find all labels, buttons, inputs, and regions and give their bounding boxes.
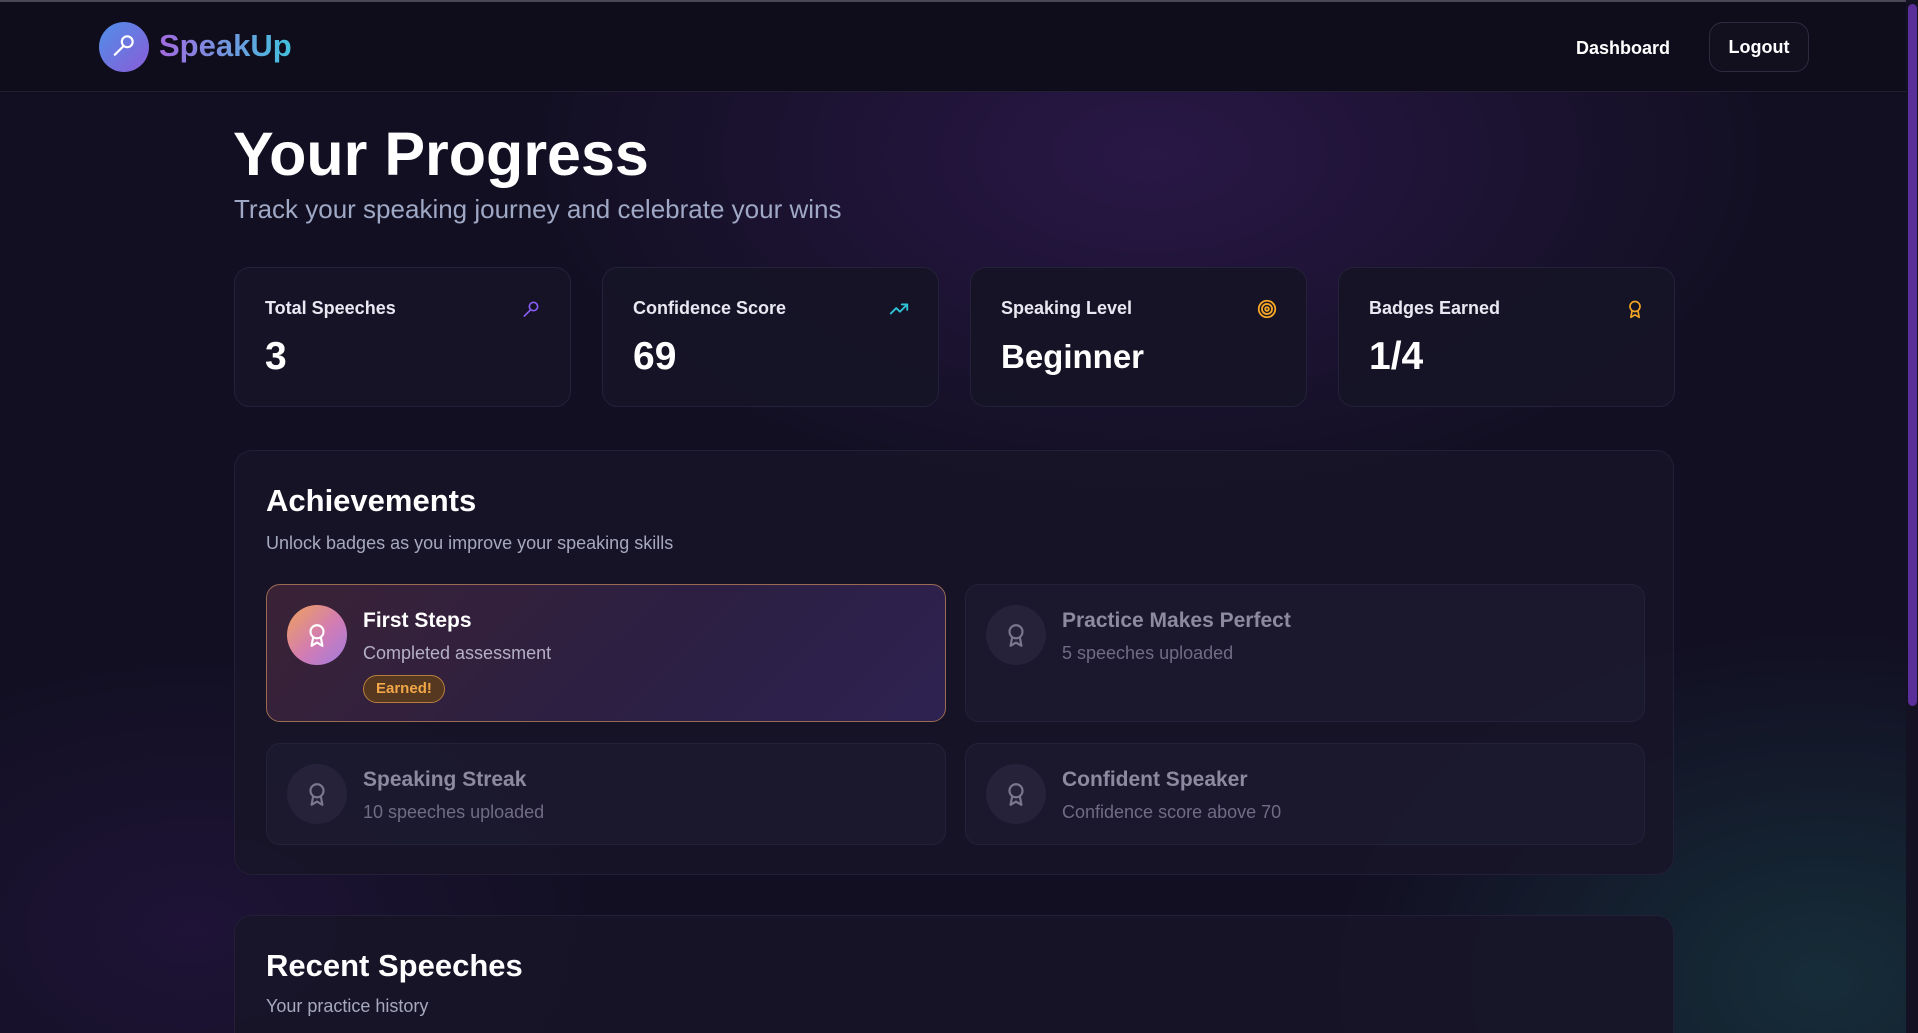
stat-card-speaking-level: Speaking Level Beginner — [970, 267, 1307, 407]
badge-practice-makes-perfect[interactable]: Practice Makes Perfect 5 speeches upload… — [965, 584, 1645, 722]
microphone-icon — [111, 32, 137, 63]
award-icon — [986, 764, 1046, 824]
section-title: Achievements — [266, 483, 477, 518]
stat-value: Beginner — [1001, 338, 1145, 375]
stat-label: Confidence Score — [633, 298, 787, 318]
section-subtitle: Your practice history — [266, 996, 429, 1016]
stat-card-confidence-score: Confidence Score 69 — [602, 267, 939, 407]
badge-description: Confidence score above 70 — [1062, 802, 1282, 822]
badge-title: Confident Speaker — [1062, 768, 1248, 791]
award-icon — [287, 764, 347, 824]
stat-value: 69 — [633, 335, 677, 378]
badge-description: 10 speeches uploaded — [363, 802, 545, 822]
award-icon — [287, 605, 347, 665]
badge-description: Completed assessment — [363, 643, 552, 663]
navbar: SpeakUp Dashboard Logout — [0, 2, 1906, 92]
badge-speaking-streak[interactable]: Speaking Streak 10 speeches uploaded — [266, 743, 946, 845]
dashboard-link[interactable]: Dashboard — [1562, 30, 1684, 66]
badge-confident-speaker[interactable]: Confident Speaker Confidence score above… — [965, 743, 1645, 845]
stat-label: Badges Earned — [1369, 298, 1501, 318]
badge-title: First Steps — [363, 609, 472, 632]
stat-value: 3 — [265, 335, 287, 378]
app-name[interactable]: SpeakUp — [159, 26, 292, 66]
scrollbar-thumb[interactable] — [1908, 4, 1917, 706]
badge-first-steps[interactable]: First Steps Completed assessment Earned! — [266, 584, 946, 722]
achievements-section: Achievements Unlock badges as you improv… — [234, 450, 1674, 875]
award-icon — [986, 605, 1046, 665]
microphone-icon — [520, 298, 542, 320]
section-subtitle: Unlock badges as you improve your speaki… — [266, 533, 674, 553]
stat-value: 1/4 — [1369, 335, 1424, 378]
page-title: Your Progress — [233, 120, 649, 188]
trending-up-icon — [888, 298, 910, 320]
earned-badge: Earned! — [363, 675, 445, 703]
badge-title: Speaking Streak — [363, 768, 527, 791]
badge-description: 5 speeches uploaded — [1062, 643, 1234, 663]
logout-button[interactable]: Logout — [1709, 22, 1809, 72]
award-icon — [1624, 298, 1646, 320]
stat-card-badges-earned: Badges Earned 1/4 — [1338, 267, 1675, 407]
target-icon — [1256, 298, 1278, 320]
section-title: Recent Speeches — [266, 948, 523, 983]
stat-label: Speaking Level — [1001, 298, 1133, 318]
recent-speeches-section: Recent Speeches Your practice history — [234, 915, 1674, 1033]
stat-card-total-speeches: Total Speeches 3 — [234, 267, 571, 407]
logo[interactable] — [99, 22, 149, 72]
badge-title: Practice Makes Perfect — [1062, 609, 1291, 632]
page-subtitle: Track your speaking journey and celebrat… — [234, 194, 842, 224]
logout-button-label: Logout — [1728, 36, 1790, 57]
stat-label: Total Speeches — [265, 298, 396, 318]
